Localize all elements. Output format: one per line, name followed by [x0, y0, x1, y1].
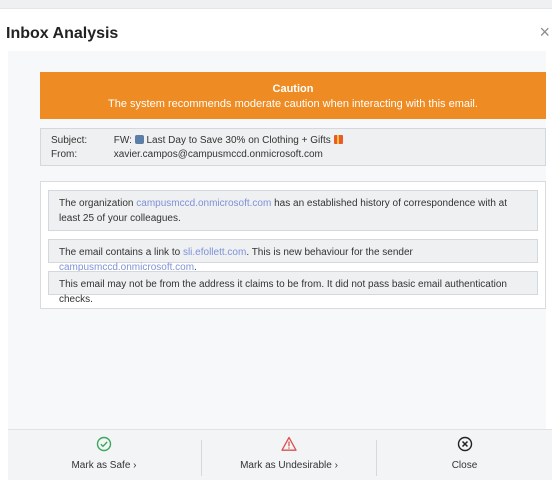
- action-footer: Mark as Safe › Mark as Undesirable › Clo…: [8, 429, 552, 480]
- subject-label: Subject:: [51, 135, 88, 146]
- finding-item: This email may not be from the address i…: [48, 271, 538, 305]
- close-button[interactable]: Close: [377, 430, 552, 480]
- gift-emoji-icon: [333, 135, 343, 144]
- subject-text: Last Day to Save 30% on Clothing + Gifts: [146, 135, 331, 146]
- mark-as-undesirable-label: Mark as Undesirable ›: [240, 460, 338, 471]
- close-label: Close: [451, 460, 478, 471]
- analysis-content: Caution The system recommends moderate c…: [8, 51, 546, 429]
- subject-prefix: FW:: [113, 135, 132, 146]
- subject-row: Subject: FW: Last Day to Save 30% on Clo…: [51, 134, 343, 148]
- caution-message: The system recommends moderate caution w…: [108, 98, 478, 110]
- check-circle-icon: [96, 436, 112, 452]
- inbox-analysis-dialog: Inbox Analysis × Caution The system reco…: [0, 8, 552, 485]
- finding-item: The organization campusmccd.onmicrosoft.…: [48, 190, 538, 231]
- close-icon[interactable]: ×: [539, 23, 550, 41]
- finding-text: This email may not be from the address i…: [59, 279, 507, 305]
- finding-text: The email contains a link to: [59, 247, 183, 258]
- finding-item: The email contains a link to sli.efollet…: [48, 239, 538, 273]
- subject-value: FW: Last Day to Save 30% on Clothing + G…: [114, 134, 343, 148]
- domain-link[interactable]: campusmccd.onmicrosoft.com: [136, 198, 271, 209]
- from-value: xavier.campos@campusmccd.onmicrosoft.com: [113, 149, 323, 160]
- finding-text: The organization: [59, 198, 137, 209]
- dialog-title: Inbox Analysis: [6, 25, 119, 42]
- caution-banner: Caution The system recommends moderate c…: [40, 72, 546, 119]
- close-circle-icon: [457, 436, 472, 452]
- email-details: Subject: FW: Last Day to Save 30% on Clo…: [40, 128, 546, 166]
- mark-as-safe-label: Mark as Safe ›: [71, 460, 137, 471]
- caution-heading: Caution: [272, 83, 314, 95]
- from-row: From: xavier.campos@campusmccd.onmicroso…: [51, 148, 323, 162]
- mark-as-undesirable-button[interactable]: Mark as Undesirable ›: [202, 430, 376, 480]
- warning-triangle-icon: [281, 436, 297, 451]
- mark-as-safe-button[interactable]: Mark as Safe ›: [8, 430, 200, 480]
- tag-emoji-icon: [134, 135, 144, 144]
- from-label: From:: [51, 149, 78, 160]
- finding-text: . This is new behaviour for the sender: [246, 247, 413, 258]
- findings-list: The organization campusmccd.onmicrosoft.…: [40, 181, 546, 309]
- domain-link[interactable]: sli.efollett.com: [183, 247, 246, 258]
